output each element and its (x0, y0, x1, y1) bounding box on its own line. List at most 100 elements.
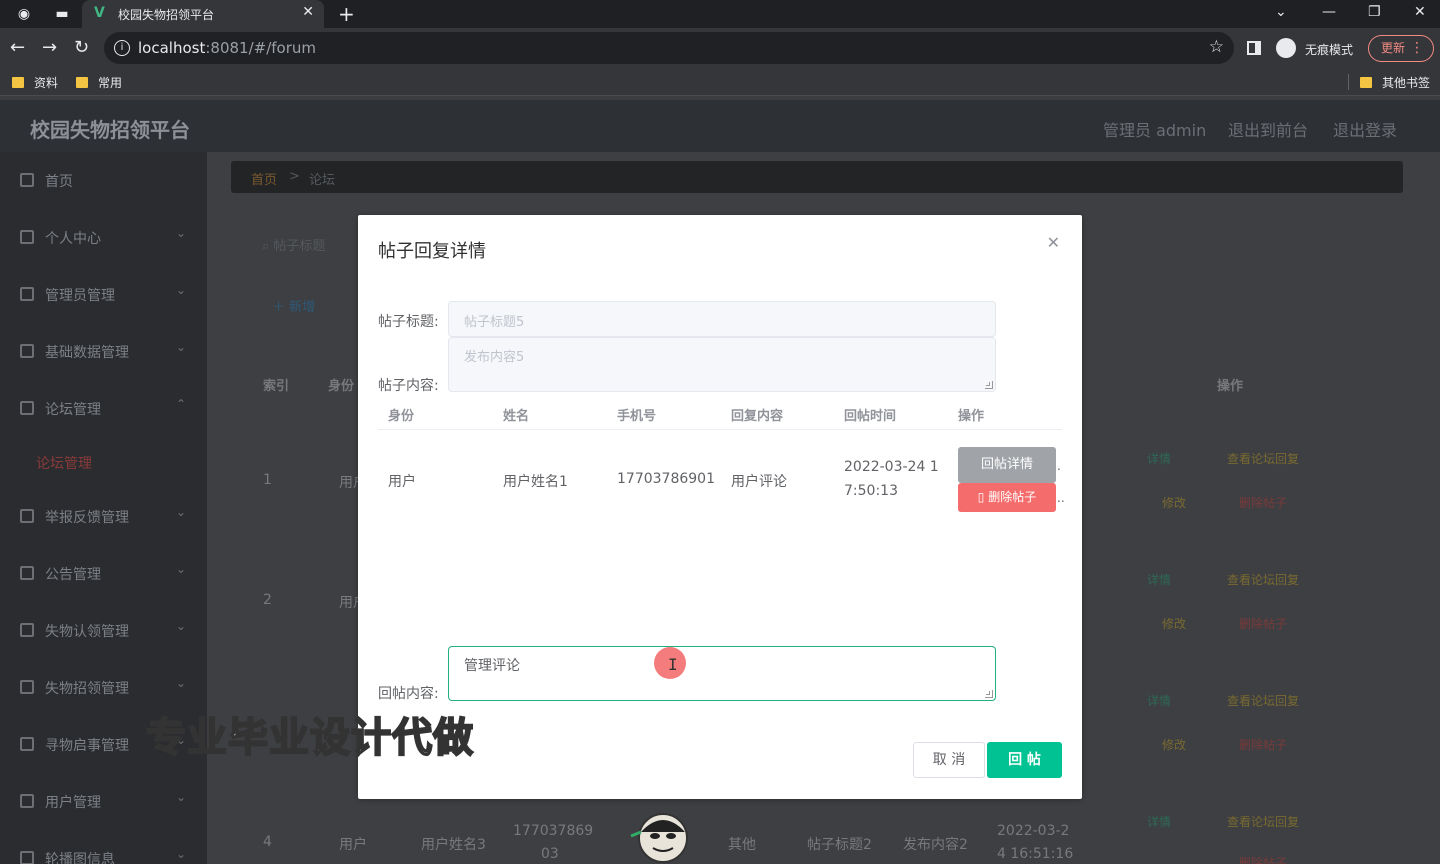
bookmark-star-icon[interactable]: ☆ (1209, 37, 1224, 57)
admin-icon (20, 287, 34, 301)
browser-menu-icon[interactable]: ◉ (16, 6, 32, 22)
tab-list-icon[interactable]: ⌄ (1275, 4, 1287, 20)
row-name: 用户姓名3 (421, 837, 486, 853)
vue-logo-icon: V (94, 5, 105, 21)
column-header-identity: 身份 (328, 379, 355, 394)
window-close-icon[interactable]: ✕ (1414, 4, 1426, 20)
post-title-label: 帖子标题: (378, 314, 439, 330)
edit-link[interactable]: 修改 (1162, 736, 1186, 753)
chevron-down-icon: ⌄ (176, 226, 187, 240)
sidebar-subitem-forum[interactable]: 论坛管理 (36, 453, 92, 473)
sidebar-item-notice[interactable]: 公告管理 ⌄ (0, 545, 207, 602)
view-reply-link[interactable]: 查看论坛回复 (1227, 450, 1299, 467)
chevron-down-icon: ⌄ (176, 619, 187, 633)
table-header-time: 回帖时间 (844, 409, 897, 424)
detail-link[interactable]: 详情 (1147, 692, 1171, 709)
chevron-down-icon: ⌄ (176, 847, 187, 861)
reply-time: 2022-03-24 1 (844, 459, 939, 475)
reply-input-label: 回帖内容: (378, 686, 439, 702)
tab-close-icon[interactable]: ✕ (302, 4, 314, 20)
site-info-icon[interactable]: i (114, 40, 130, 56)
sidebar-item-report[interactable]: 举报反馈管理 ⌄ (0, 488, 207, 545)
reply-time: 7:50:13 (844, 483, 898, 499)
sidebar-item-claim[interactable]: 失物认领管理 ⌄ (0, 602, 207, 659)
address-bar[interactable]: i localhost:8081/#/forum ☆ (104, 32, 1234, 64)
detail-link[interactable]: 详情 (1147, 450, 1171, 467)
add-button[interactable]: ＋ 新增 (272, 296, 315, 315)
other-bookmarks[interactable]: 其他书签 (1360, 74, 1430, 91)
resize-handle[interactable] (985, 690, 993, 698)
delete-link[interactable]: 删除帖子 (1239, 736, 1287, 753)
tab-search-icon[interactable]: ▬ (54, 6, 70, 22)
reply-detail-button[interactable]: 回帖详情 (958, 447, 1056, 483)
sidebar-item-forum[interactable]: 论坛管理 ⌃ (0, 380, 207, 437)
view-reply-link[interactable]: 查看论坛回复 (1227, 571, 1299, 588)
edit-link[interactable]: 修改 (1162, 615, 1186, 632)
breadcrumb-home[interactable]: 首页 (251, 169, 277, 188)
forum-icon (20, 401, 34, 415)
back-icon[interactable]: ← (10, 38, 25, 58)
minimize-icon[interactable]: — (1322, 4, 1336, 20)
folder-icon (1360, 77, 1372, 88)
table-divider (378, 429, 1062, 430)
view-reply-link[interactable]: 查看论坛回复 (1227, 813, 1299, 830)
admin-label: 管理员 admin (1103, 121, 1207, 140)
side-panel-icon[interactable] (1247, 41, 1261, 55)
reload-icon[interactable]: ↻ (74, 38, 89, 58)
bookmarks-divider (1348, 74, 1349, 90)
view-reply-link[interactable]: 查看论坛回复 (1227, 692, 1299, 709)
delete-link[interactable]: 删除帖子 (1239, 854, 1287, 864)
delete-link[interactable]: 删除帖子 (1239, 615, 1287, 632)
sidebar-item-home[interactable]: 首页 (0, 152, 207, 209)
restore-icon[interactable]: ❐ (1368, 4, 1381, 20)
folder-icon (76, 77, 88, 88)
row-time: 4 16:51:16 (997, 846, 1074, 862)
reply-name: 用户姓名1 (503, 474, 568, 490)
post-title-field: 帖子标题5 (448, 301, 996, 337)
detail-link[interactable]: 详情 (1147, 571, 1171, 588)
bookmark-folder-ziliao[interactable]: 资料 (12, 74, 58, 91)
data-icon (20, 344, 34, 358)
close-icon[interactable]: ✕ (1047, 233, 1060, 252)
browser-tab[interactable]: V 校园失物招领平台 ✕ (82, 0, 324, 28)
post-content-label: 帖子内容: (378, 378, 439, 394)
update-button[interactable]: 更新 ⋮ (1368, 35, 1434, 62)
delete-post-button[interactable]: ▯ 删除帖子 (958, 483, 1056, 512)
sidebar-item-users[interactable]: 用户管理 ⌄ (0, 773, 207, 830)
breadcrumb-separator: > (289, 169, 300, 184)
chevron-up-icon: ⌃ (176, 397, 187, 411)
overflow-dots: .. (1057, 491, 1065, 505)
lost-found-icon (20, 680, 34, 694)
sidebar-item-personal[interactable]: 个人中心 ⌄ (0, 209, 207, 266)
logout-link[interactable]: 退出登录 (1333, 117, 1397, 141)
incognito-icon (1276, 38, 1296, 58)
incognito-label: 无痕模式 (1305, 43, 1354, 57)
sidebar-item-carousel[interactable]: 轮播图信息 ⌄ (0, 830, 207, 864)
exit-to-front-link[interactable]: 退出到前台 (1228, 117, 1308, 141)
carousel-icon (20, 851, 34, 864)
more-menu-icon[interactable]: ⋮ (1410, 36, 1424, 61)
sidebar-item-basic-data[interactable]: 基础数据管理 ⌄ (0, 323, 207, 380)
resize-handle[interactable] (985, 381, 993, 389)
chevron-down-icon: ⌄ (176, 790, 187, 804)
reply-textarea[interactable]: 管理评论 (448, 646, 996, 701)
new-tab-icon[interactable]: + (338, 2, 355, 26)
report-icon (20, 509, 34, 523)
overflow-dots: . (1057, 459, 1061, 473)
row-content: 发布内容2 (903, 837, 968, 853)
row-title: 帖子标题2 (807, 837, 872, 853)
users-icon (20, 794, 34, 808)
cancel-button[interactable]: 取 消 (913, 742, 985, 778)
sidebar-item-admin[interactable]: 管理员管理 ⌄ (0, 266, 207, 323)
bookmark-folder-changyong[interactable]: 常用 (76, 74, 122, 91)
search-input[interactable]: ⌕ 帖子标题 (262, 235, 325, 254)
forward-icon[interactable]: → (42, 38, 57, 58)
submit-reply-button[interactable]: 回 帖 (987, 742, 1062, 778)
modal-title: 帖子回复详情 (378, 241, 486, 262)
tab-title: 校园失物招领平台 (118, 8, 215, 22)
delete-link[interactable]: 删除帖子 (1239, 494, 1287, 511)
table-header-phone: 手机号 (617, 409, 657, 424)
browser-toolbar: ← → ↻ i localhost:8081/#/forum ☆ 无痕模式 更新… (0, 28, 1440, 68)
detail-link[interactable]: 详情 (1147, 813, 1171, 830)
edit-link[interactable]: 修改 (1162, 494, 1186, 511)
